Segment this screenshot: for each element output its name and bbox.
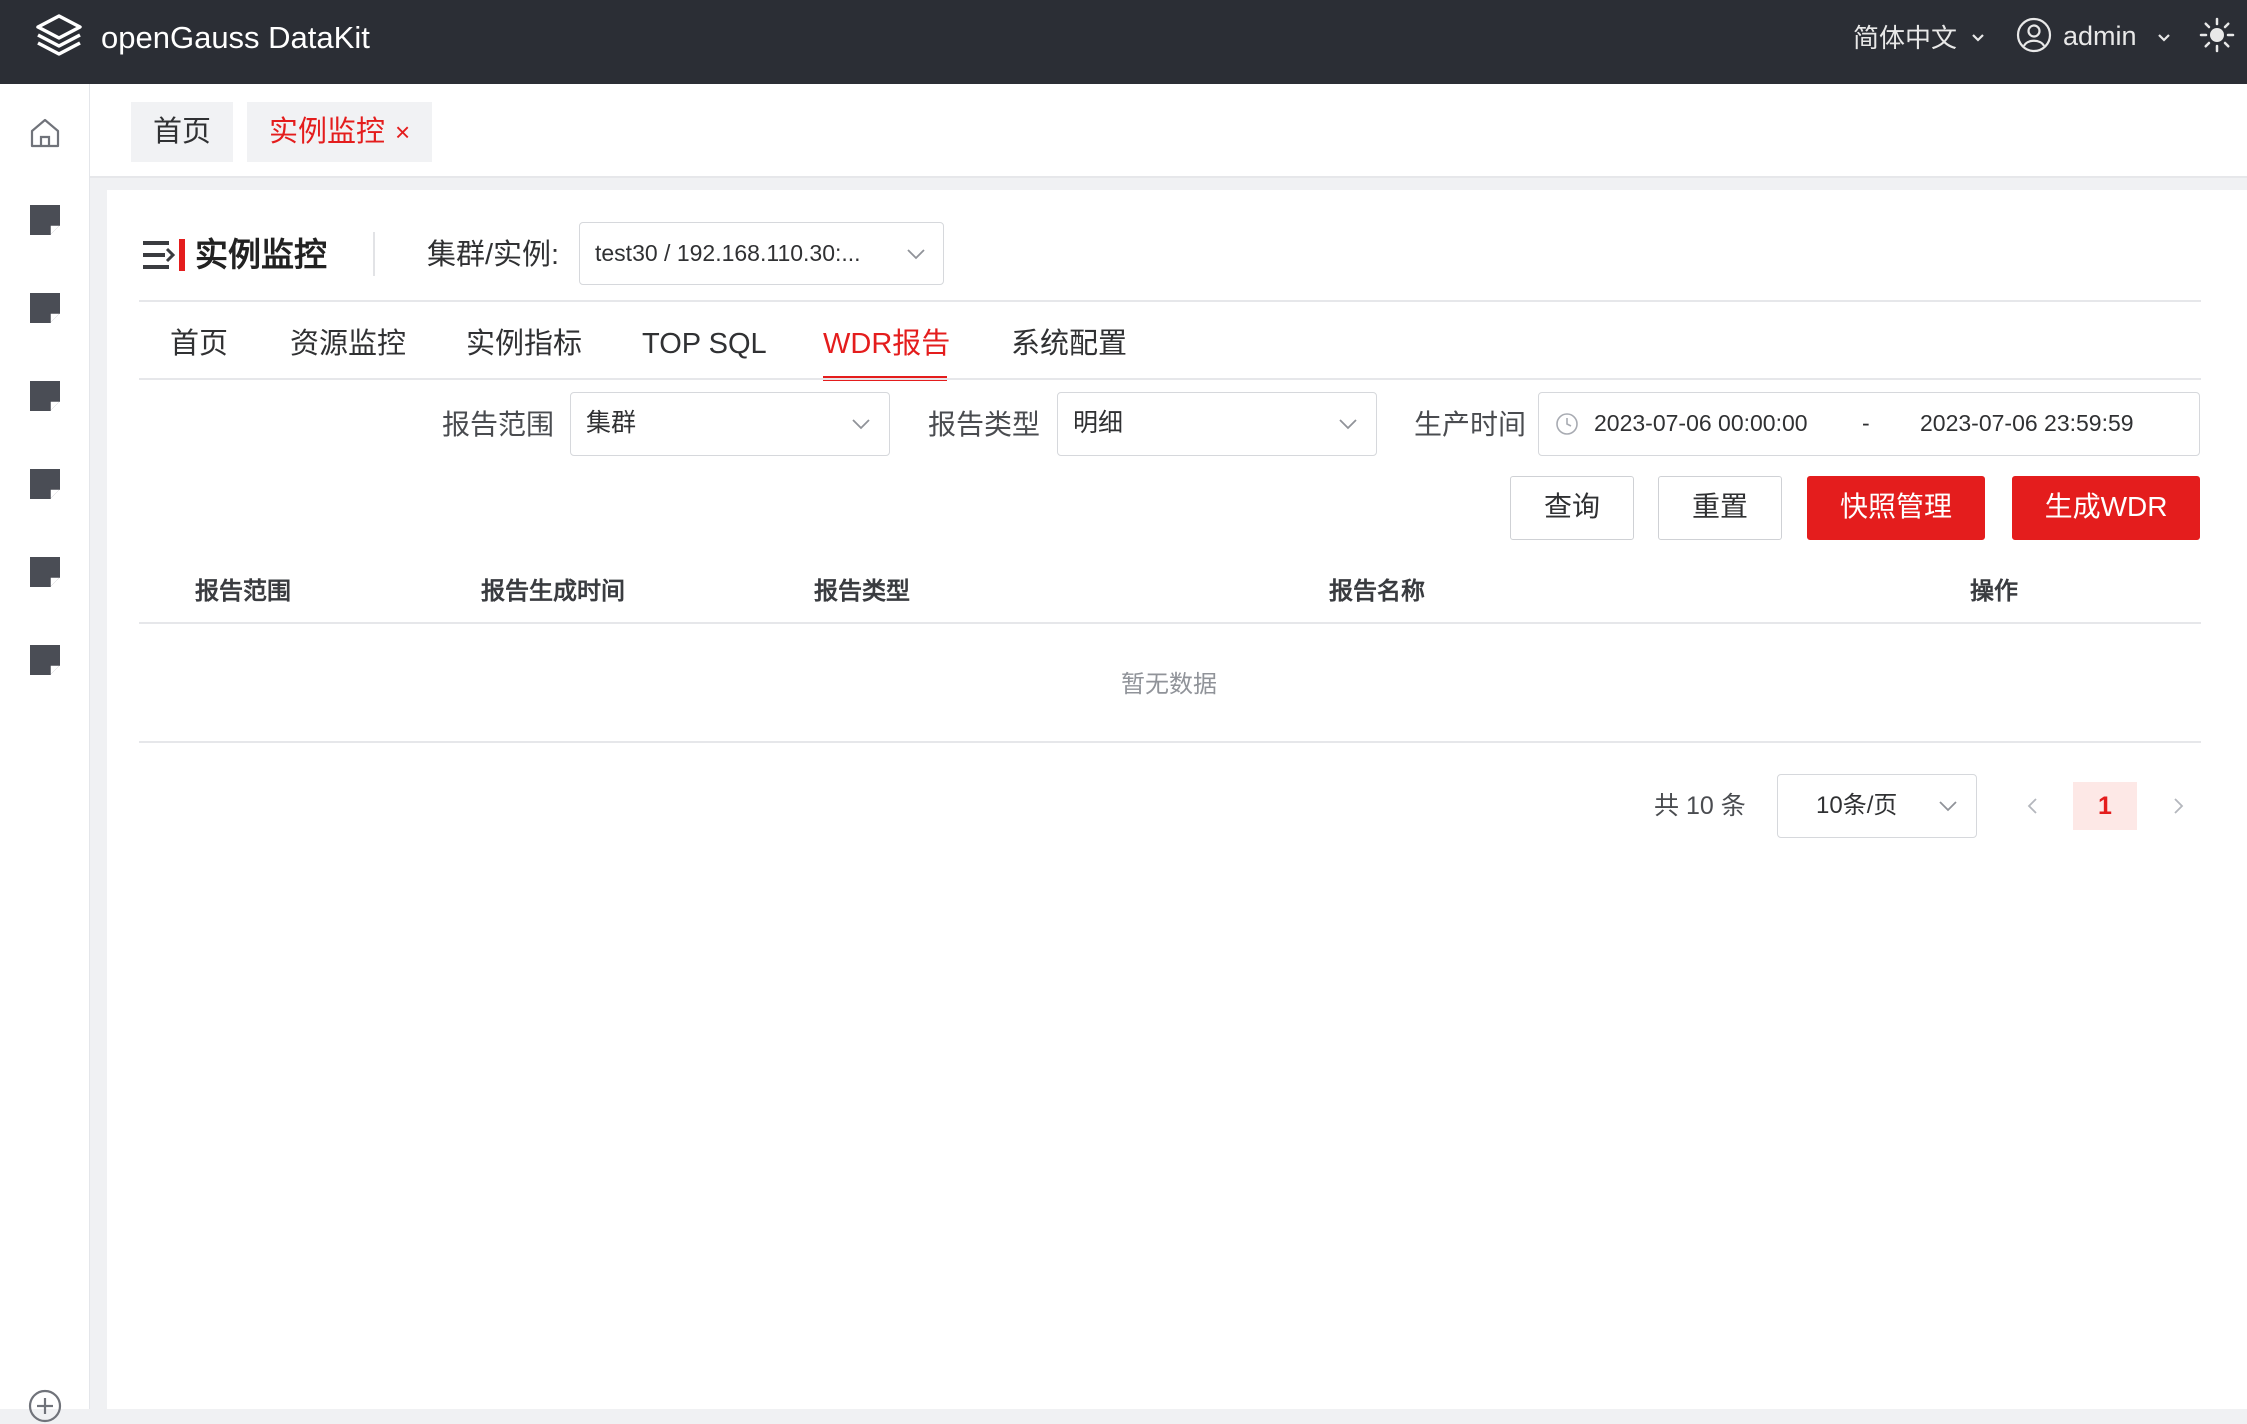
reset-button[interactable]: 重置 xyxy=(1658,476,1782,540)
date-end[interactable]: 2023-07-06 23:59:59 xyxy=(1920,393,2134,454)
tab-wdr-report[interactable]: WDR报告 xyxy=(823,322,950,366)
chevron-down-icon[interactable] xyxy=(1336,412,1360,436)
chevron-right-icon[interactable] xyxy=(2166,794,2190,818)
tab-top-sql[interactable]: TOP SQL xyxy=(642,322,767,366)
page-tab-label: 首页 xyxy=(153,116,212,148)
document-icon[interactable] xyxy=(27,466,63,502)
chevron-left-icon[interactable] xyxy=(2021,794,2045,818)
document-icon[interactable] xyxy=(27,554,63,590)
document-icon[interactable] xyxy=(27,202,63,238)
app-title: openGauss DataKit xyxy=(101,20,370,55)
tab-system-config[interactable]: 系统配置 xyxy=(1011,322,1127,366)
document-icon[interactable] xyxy=(27,378,63,414)
page-tab-instance-monitor[interactable]: 实例监控 × xyxy=(247,102,433,162)
cluster-instance-select[interactable]: test30 / 192.168.110.30:... xyxy=(579,222,944,285)
report-scope-label: 报告范围 xyxy=(442,409,555,440)
empty-state-text: 暂无数据 xyxy=(1121,671,1217,698)
date-separator: - xyxy=(1862,410,1870,436)
tab-resource-monitor[interactable]: 资源监控 xyxy=(290,322,406,366)
user-circle-icon[interactable] xyxy=(2015,16,2053,54)
snapshot-management-button[interactable]: 快照管理 xyxy=(1807,476,1985,540)
close-icon[interactable]: × xyxy=(395,117,410,147)
home-icon[interactable] xyxy=(27,115,63,151)
total-count: 共 10 条 xyxy=(1654,792,1746,820)
report-type-label: 报告类型 xyxy=(928,409,1041,440)
date-start[interactable]: 2023-07-06 00:00:00 xyxy=(1594,393,1808,454)
title-divider xyxy=(373,232,375,276)
table-bottom-divider xyxy=(139,741,2201,743)
cluster-instance-value: test30 / 192.168.110.30:... xyxy=(595,240,861,266)
menu-fold-icon[interactable] xyxy=(143,238,189,272)
query-button[interactable]: 查询 xyxy=(1510,476,1634,540)
tab-divider xyxy=(139,378,2201,380)
cluster-label: 集群/实例: xyxy=(427,239,560,271)
production-time-label: 生产时间 xyxy=(1414,409,1527,440)
user-menu[interactable]: admin xyxy=(2063,16,2137,56)
chevron-down-icon[interactable] xyxy=(849,412,873,436)
column-header[interactable]: 报告名称 xyxy=(1329,574,1425,610)
document-icon[interactable] xyxy=(27,290,63,326)
page-size-value: 10条/页 xyxy=(1816,792,1898,819)
page-tab-strip: 首页 实例监控 × xyxy=(90,84,2247,178)
page-number[interactable]: 1 xyxy=(2073,782,2137,830)
page-title: 实例监控 xyxy=(195,236,327,273)
tab-instance-metrics[interactable]: 实例指标 xyxy=(466,322,582,366)
report-scope-select[interactable]: 集群 xyxy=(570,392,890,456)
report-scope-value: 集群 xyxy=(586,409,637,437)
tab-home[interactable]: 首页 xyxy=(170,322,228,366)
table-header-divider xyxy=(139,622,2201,624)
page-tab-label: 实例监控 xyxy=(269,116,386,148)
generate-wdr-button[interactable]: 生成WDR xyxy=(2012,476,2200,540)
plus-circle-icon[interactable] xyxy=(27,1388,63,1424)
page-tab-home[interactable]: 首页 xyxy=(131,102,234,162)
top-bar: openGauss DataKit 简体中文 admin xyxy=(0,0,2247,84)
language-selector[interactable]: 简体中文 xyxy=(1853,18,1957,58)
chevron-down-icon[interactable] xyxy=(2154,28,2174,48)
clock-icon xyxy=(1556,413,1578,435)
document-icon[interactable] xyxy=(27,642,63,678)
date-range-picker[interactable]: 2023-07-06 00:00:00 - 2023-07-06 23:59:5… xyxy=(1538,392,2200,456)
sidebar xyxy=(0,84,90,1409)
divider xyxy=(139,300,2201,302)
column-header[interactable]: 报告生成时间 xyxy=(481,574,625,610)
report-type-select[interactable]: 明细 xyxy=(1057,392,1377,456)
chevron-down-icon[interactable] xyxy=(1968,28,1988,48)
chevron-down-icon[interactable] xyxy=(1936,794,1960,818)
sun-icon[interactable] xyxy=(2198,16,2236,54)
column-header[interactable]: 报告范围 xyxy=(195,574,291,610)
layers-logo-icon xyxy=(36,14,82,56)
column-header: 操作 xyxy=(1970,578,2018,605)
report-type-value: 明细 xyxy=(1073,409,1124,437)
column-header[interactable]: 报告类型 xyxy=(814,574,910,610)
chevron-down-icon[interactable] xyxy=(904,242,928,266)
